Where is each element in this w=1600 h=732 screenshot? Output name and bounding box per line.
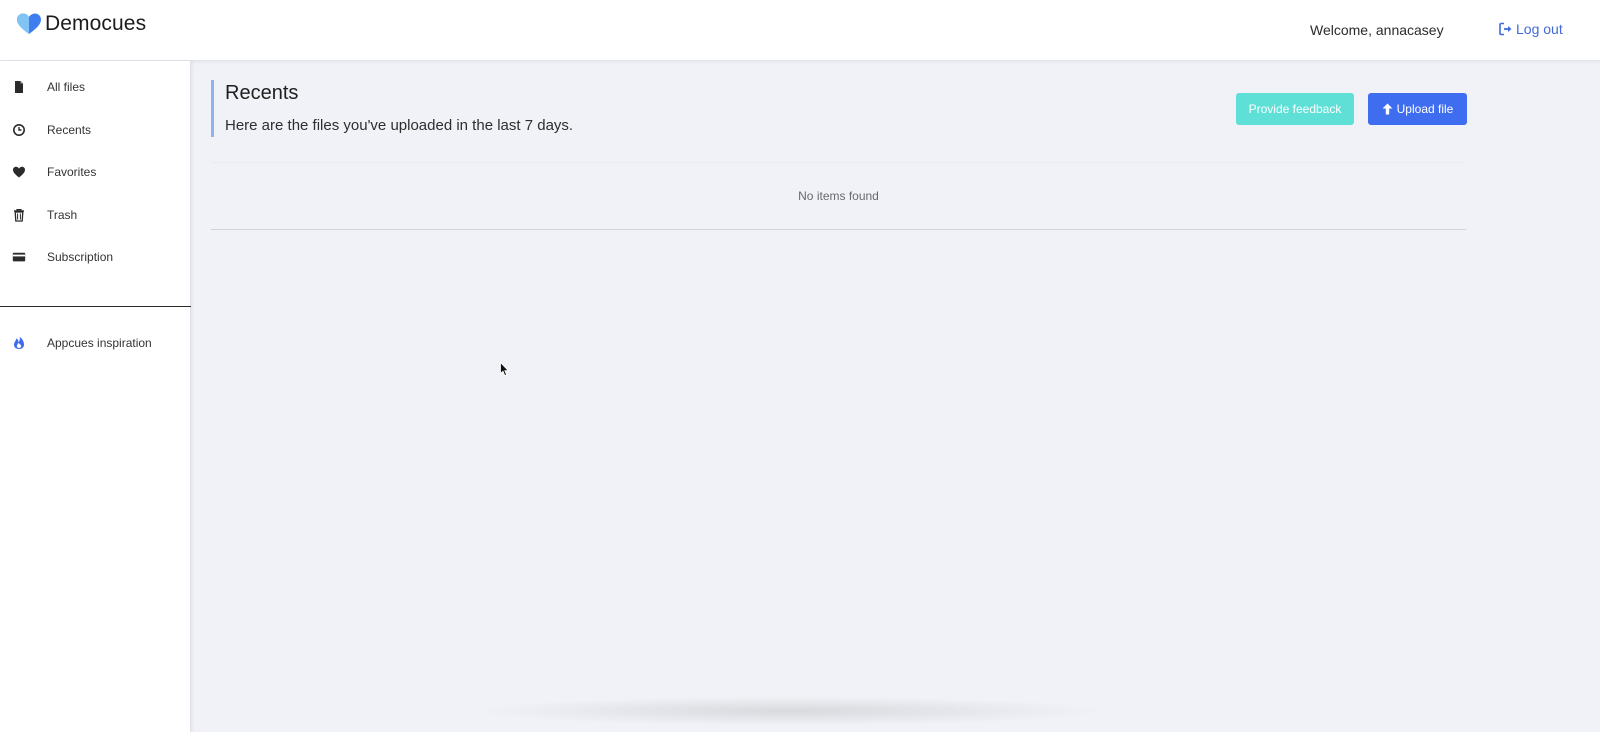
page-title: Recents	[225, 82, 299, 104]
brand-name: Democues	[45, 12, 147, 35]
main-content: Recents Here are the files you've upload…	[191, 61, 1600, 732]
sign-out-icon	[1499, 22, 1512, 36]
sidebar-item-recents[interactable]: Recents	[0, 116, 191, 144]
top-bar: Democues Welcome, annacasey Log out	[0, 0, 1600, 61]
heart-icon	[12, 165, 26, 179]
sidebar-item-appcues-inspiration[interactable]: Appcues inspiration	[0, 329, 191, 357]
bottom-shadow	[470, 696, 1110, 726]
heart-logo-icon	[17, 13, 41, 34]
brand[interactable]: Democues	[17, 11, 146, 37]
sidebar-item-label: Appcues inspiration	[47, 336, 152, 350]
page-subtitle: Here are the files you've uploaded in th…	[225, 117, 574, 134]
upload-file-label: Upload file	[1396, 102, 1454, 116]
welcome-text: Welcome, annacasey	[1310, 22, 1444, 38]
file-icon	[12, 80, 26, 94]
sidebar-item-label: Trash	[47, 208, 78, 222]
file-list-empty-state: No items found	[211, 163, 1466, 230]
sidebar-item-label: All files	[47, 80, 86, 94]
clock-icon	[12, 123, 26, 137]
page-header: Recents Here are the files you've upload…	[211, 80, 574, 137]
sidebar-item-label: Subscription	[47, 250, 114, 264]
sidebar-item-trash[interactable]: Trash	[0, 201, 191, 229]
logout-label: Log out	[1516, 21, 1563, 37]
empty-state-text: No items found	[798, 189, 879, 203]
trash-icon	[12, 208, 26, 222]
sidebar-item-favorites[interactable]: Favorites	[0, 158, 191, 186]
sidebar: All files Recents Favorites Trash Subscr…	[0, 61, 191, 732]
upload-file-button[interactable]: Upload file	[1368, 93, 1467, 125]
provide-feedback-button[interactable]: Provide feedback	[1236, 93, 1354, 125]
mouse-cursor-icon	[500, 362, 510, 377]
fire-icon	[12, 336, 26, 350]
provide-feedback-label: Provide feedback	[1248, 102, 1342, 116]
sidebar-item-label: Recents	[47, 123, 92, 137]
logout-link[interactable]: Log out	[1499, 21, 1563, 37]
sidebar-item-label: Favorites	[47, 165, 97, 179]
sidebar-divider	[0, 306, 191, 307]
credit-card-icon	[12, 250, 26, 264]
sidebar-item-subscription[interactable]: Subscription	[0, 243, 191, 271]
sidebar-item-all-files[interactable]: All files	[0, 73, 191, 101]
arrow-up-icon	[1382, 103, 1393, 115]
